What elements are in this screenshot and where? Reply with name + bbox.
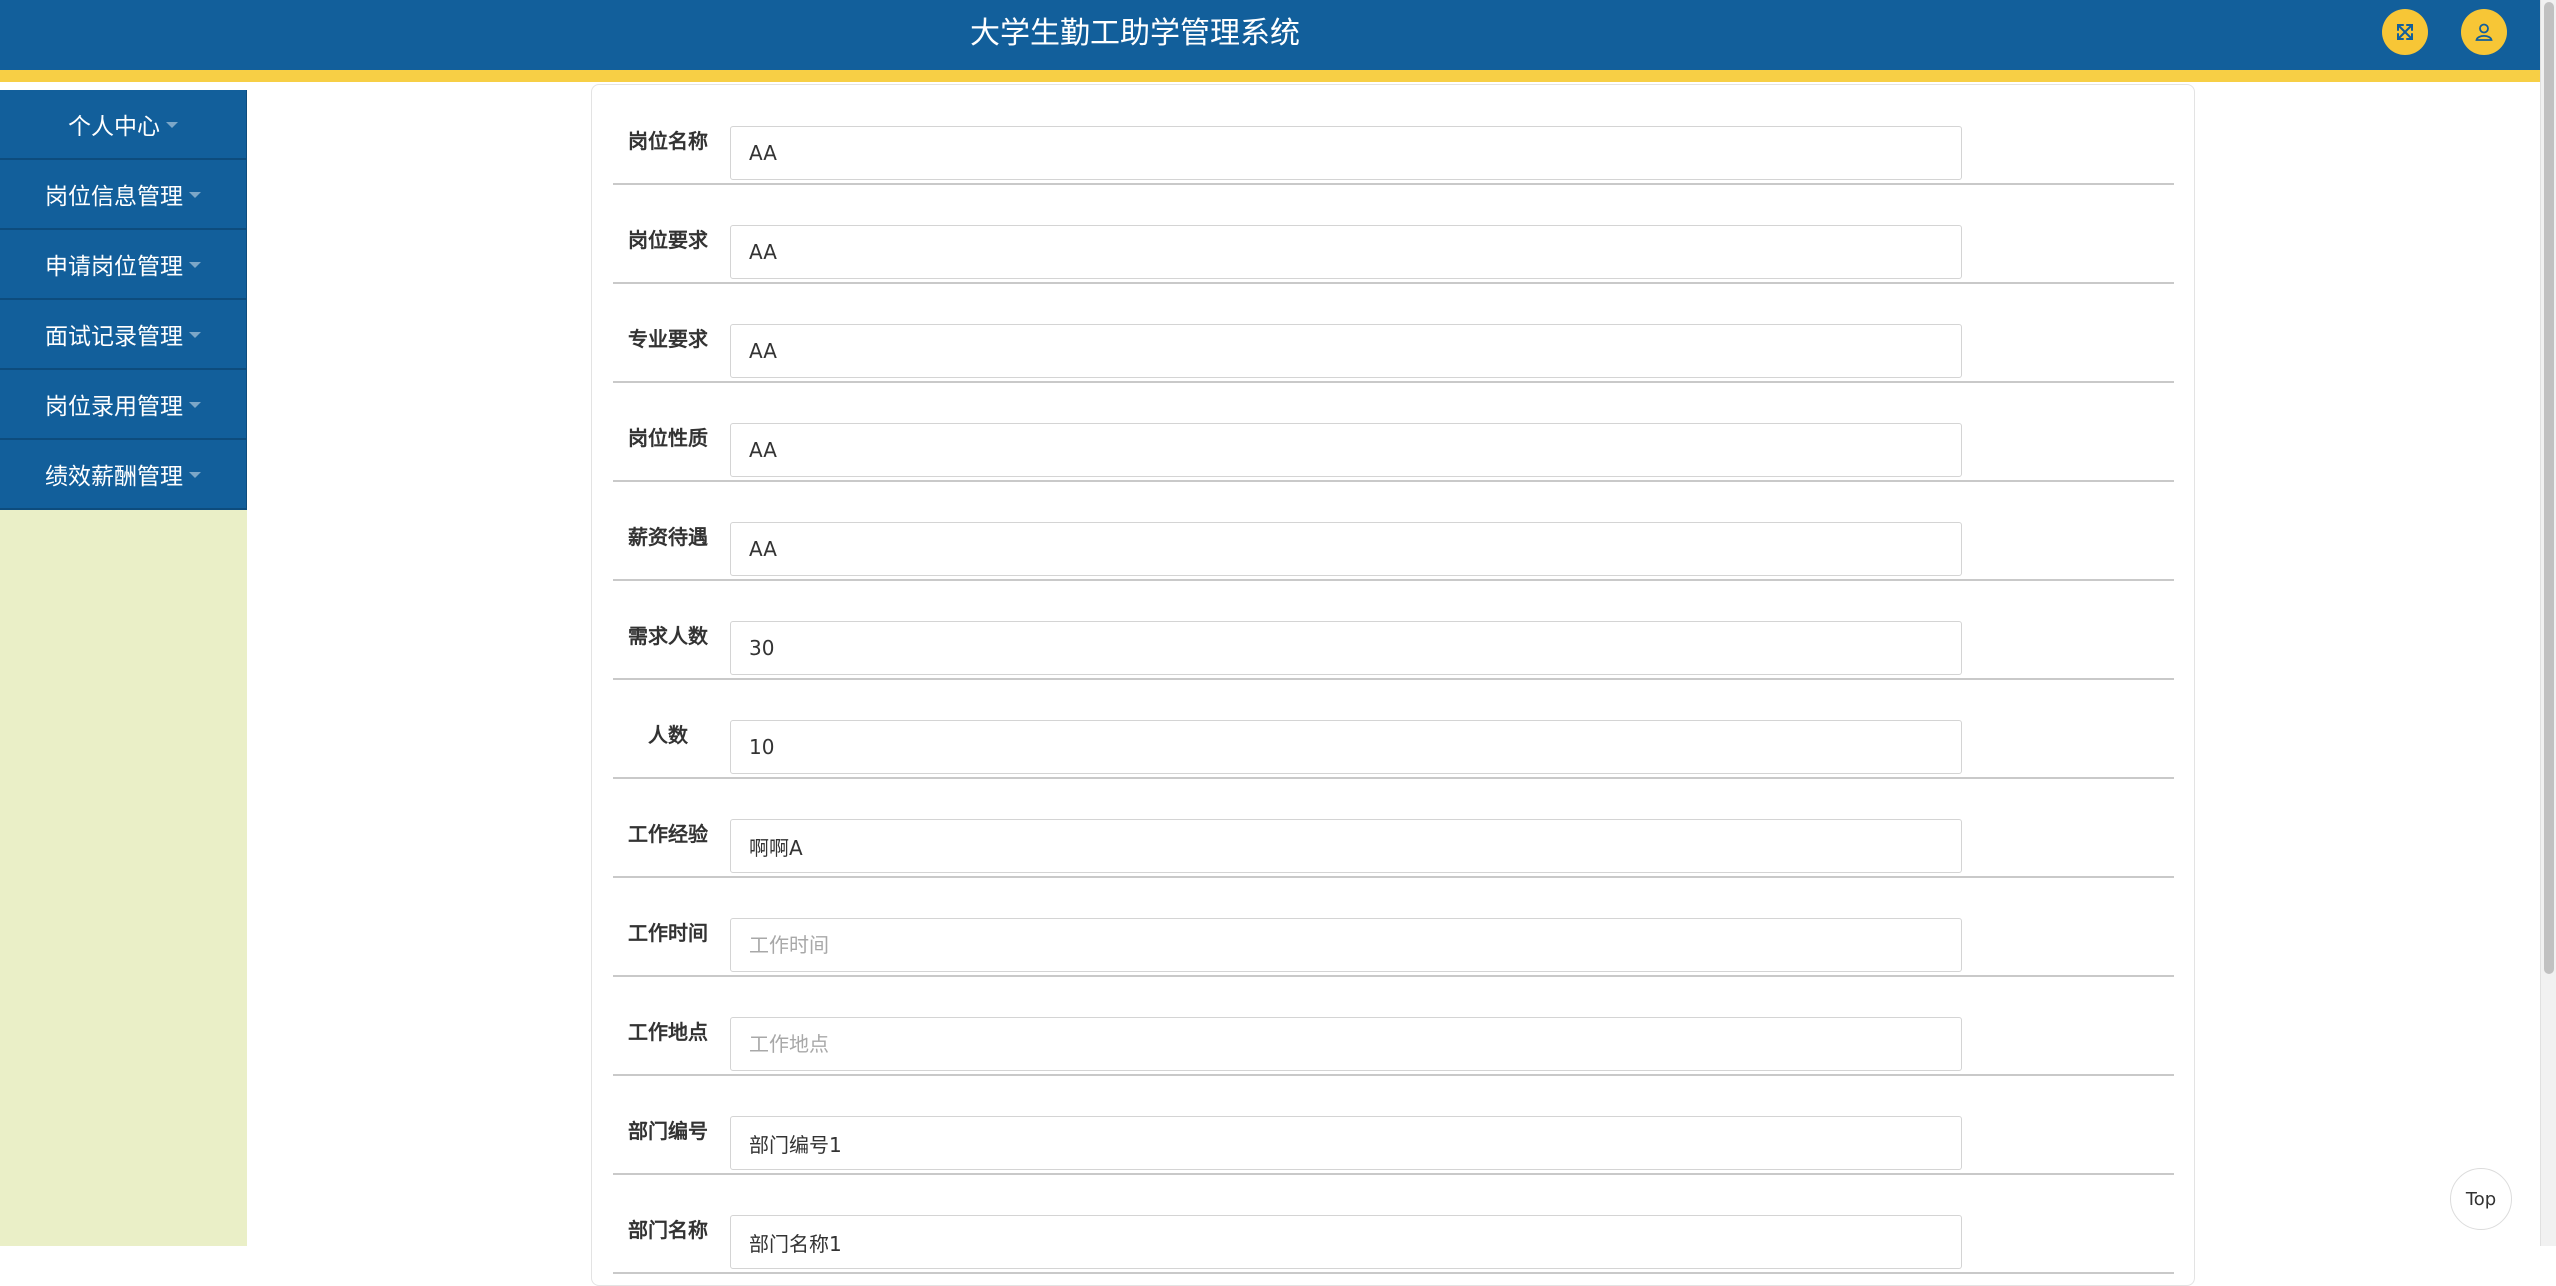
work-time-input[interactable] — [730, 918, 1962, 972]
form-row-department-id: 部门编号 — [613, 1075, 2174, 1175]
salary-input[interactable] — [730, 522, 1962, 576]
form-row-salary: 薪资待遇 — [613, 481, 2174, 581]
user-menu-button[interactable] — [2461, 9, 2507, 55]
work-experience-input[interactable] — [730, 819, 1962, 873]
form-row-required-headcount: 需求人数 — [613, 580, 2174, 680]
job-name-input[interactable] — [730, 126, 1962, 180]
form-row-job-name: 岗位名称 — [613, 85, 2174, 185]
fullscreen-button[interactable] — [2382, 9, 2428, 55]
back-to-top-button[interactable]: Top — [2450, 1168, 2512, 1230]
form-row-work-time: 工作时间 — [613, 877, 2174, 977]
caret-down-icon — [189, 472, 201, 478]
major-requirement-input[interactable] — [730, 324, 1962, 378]
field-label: 工作经验 — [628, 822, 708, 846]
form-row-job-requirement: 岗位要求 — [613, 184, 2174, 284]
form-card: 岗位名称 岗位要求 专业要求 岗位性质 薪资待遇 需求人数 人数 工作经验 工作… — [591, 84, 2195, 1286]
form-row-headcount: 人数 — [613, 679, 2174, 779]
form-row-department-name: 部门名称 — [613, 1174, 2174, 1274]
sidebar-item-job-hiring[interactable]: 岗位录用管理 — [0, 370, 247, 440]
user-icon — [2475, 23, 2493, 41]
headcount-input[interactable] — [730, 720, 1962, 774]
sidebar-item-label: 申请岗位管理 — [45, 254, 183, 280]
department-name-input[interactable] — [730, 1215, 1962, 1269]
sidebar-item-label: 岗位信息管理 — [45, 184, 183, 210]
caret-down-icon — [189, 332, 201, 338]
field-label: 薪资待遇 — [628, 525, 708, 549]
field-label: 人数 — [648, 723, 688, 747]
page-scrollbar[interactable] — [2540, 0, 2556, 1246]
sidebar: 个人中心 岗位信息管理 申请岗位管理 面试记录管理 岗位录用管理 绩效薪酬管理 — [0, 90, 247, 1246]
sidebar-item-label: 岗位录用管理 — [45, 394, 183, 420]
field-label: 岗位性质 — [628, 426, 708, 450]
job-nature-input[interactable] — [730, 423, 1962, 477]
sidebar-item-personal-center[interactable]: 个人中心 — [0, 90, 247, 160]
caret-down-icon — [166, 122, 178, 128]
sidebar-item-label: 面试记录管理 — [45, 324, 183, 350]
field-label: 部门名称 — [628, 1218, 708, 1242]
scrollbar-thumb[interactable] — [2544, 2, 2554, 974]
sidebar-item-job-info[interactable]: 岗位信息管理 — [0, 160, 247, 230]
field-label: 工作时间 — [628, 921, 708, 945]
top-header: 大学生勤工助学管理系统 — [0, 0, 2540, 70]
form-row-major-requirement: 专业要求 — [613, 283, 2174, 383]
sidebar-item-performance-pay[interactable]: 绩效薪酬管理 — [0, 440, 247, 510]
form-row-work-experience: 工作经验 — [613, 778, 2174, 878]
form-row-job-nature: 岗位性质 — [613, 382, 2174, 482]
field-label: 需求人数 — [628, 624, 708, 648]
expand-icon — [2397, 24, 2413, 40]
field-label: 工作地点 — [628, 1020, 708, 1044]
sidebar-item-label: 个人中心 — [68, 114, 160, 140]
header-accent-strip — [0, 70, 2540, 82]
department-id-input[interactable] — [730, 1116, 1962, 1170]
required-headcount-input[interactable] — [730, 621, 1962, 675]
sidebar-item-label: 绩效薪酬管理 — [45, 464, 183, 490]
field-label: 部门编号 — [628, 1119, 708, 1143]
caret-down-icon — [189, 262, 201, 268]
sidebar-item-job-application[interactable]: 申请岗位管理 — [0, 230, 247, 300]
field-label: 岗位要求 — [628, 228, 708, 252]
app-title: 大学生勤工助学管理系统 — [970, 16, 1300, 51]
job-requirement-input[interactable] — [730, 225, 1962, 279]
form-row-work-location: 工作地点 — [613, 976, 2174, 1076]
field-label: 岗位名称 — [628, 129, 708, 153]
caret-down-icon — [189, 402, 201, 408]
work-location-input[interactable] — [730, 1017, 1962, 1071]
field-label: 专业要求 — [628, 327, 708, 351]
caret-down-icon — [189, 192, 201, 198]
sidebar-item-interview-records[interactable]: 面试记录管理 — [0, 300, 247, 370]
